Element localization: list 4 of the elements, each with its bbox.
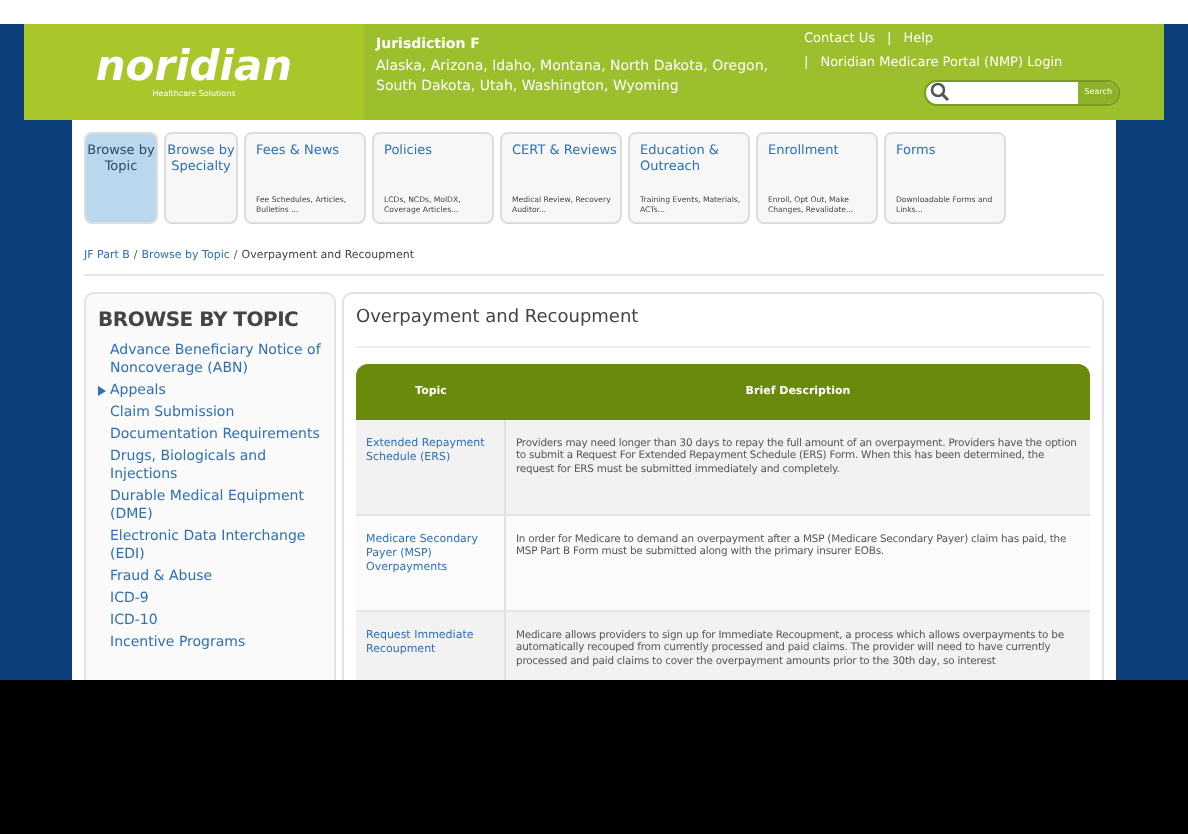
logo: noridian — [95, 45, 293, 87]
search-icon — [930, 82, 950, 102]
sidebar-title: BROWSE BY TOPIC — [98, 308, 301, 337]
page-title: Overpayment and Recoupment — [356, 306, 1090, 348]
